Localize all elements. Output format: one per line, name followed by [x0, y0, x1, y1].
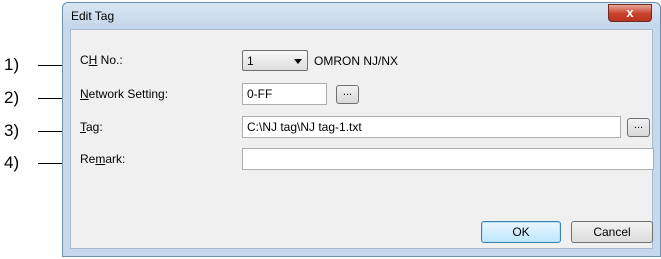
- network-setting-field[interactable]: 0-FF: [242, 83, 327, 105]
- remark-label: Remark:: [80, 152, 126, 166]
- tag-file-field[interactable]: C:\NJ tag\NJ tag-1.txt: [242, 116, 621, 138]
- tag-label: Tag:: [80, 120, 103, 134]
- close-icon: x: [626, 5, 634, 20]
- chevron-down-icon: [294, 59, 302, 64]
- ok-button[interactable]: OK: [481, 221, 561, 243]
- cancel-button[interactable]: Cancel: [571, 221, 653, 243]
- device-name: OMRON NJ/NX: [314, 54, 398, 68]
- remark-field[interactable]: [242, 148, 654, 170]
- dialog-body: CH No.: 1 OMRON NJ/NX Network Setting: 0…: [70, 29, 654, 249]
- edit-tag-dialog: Edit Tag x CH No.: 1 OMRON NJ/NX Network…: [62, 2, 661, 257]
- network-setting-label: Network Setting:: [80, 87, 169, 101]
- callout-number: 2): [4, 88, 20, 107]
- network-setting-browse-button[interactable]: ...: [336, 85, 359, 104]
- callout-number: 1): [4, 55, 20, 74]
- ch-no-label: CH No.:: [80, 53, 123, 67]
- tag-browse-button[interactable]: ...: [627, 118, 650, 137]
- callout-number: 4): [4, 153, 20, 172]
- dialog-title: Edit Tag: [71, 9, 115, 23]
- ch-no-select[interactable]: 1: [242, 50, 308, 71]
- title-bar[interactable]: Edit Tag x: [63, 3, 660, 29]
- ch-no-selected-value: 1: [247, 54, 254, 68]
- close-button[interactable]: x: [608, 4, 652, 22]
- callout-number: 3): [4, 121, 20, 140]
